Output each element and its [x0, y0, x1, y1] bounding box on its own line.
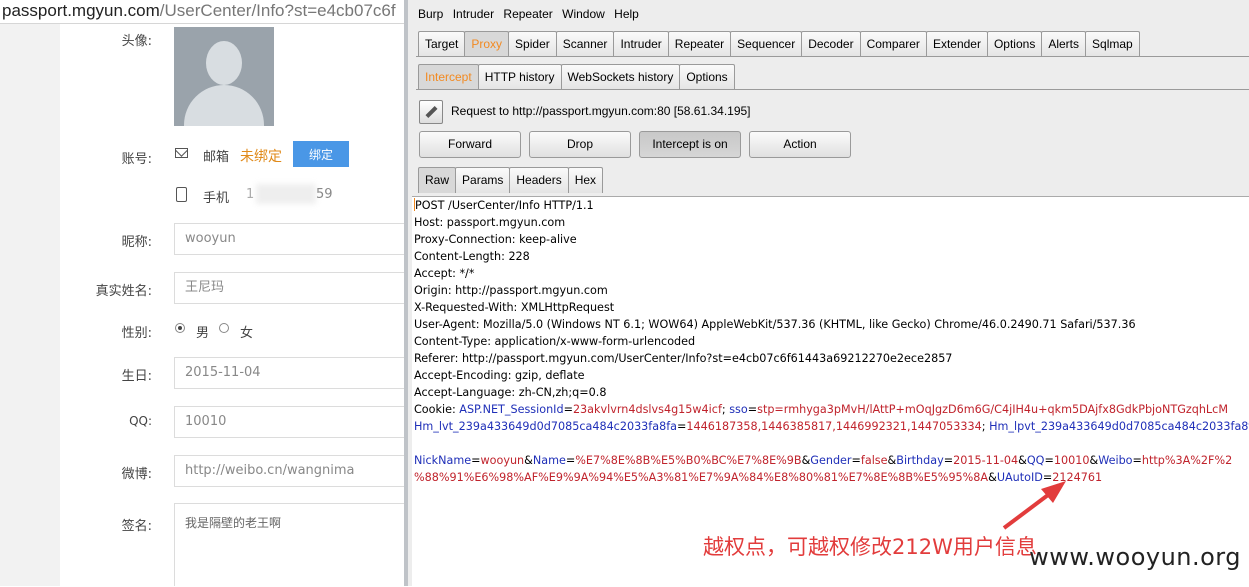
annotation-arrow [1002, 481, 1066, 530]
watermark: www.wooyun.org [1029, 543, 1241, 571]
annotation-text: 越权点，可越权修改212W用户信息 [703, 535, 1037, 559]
